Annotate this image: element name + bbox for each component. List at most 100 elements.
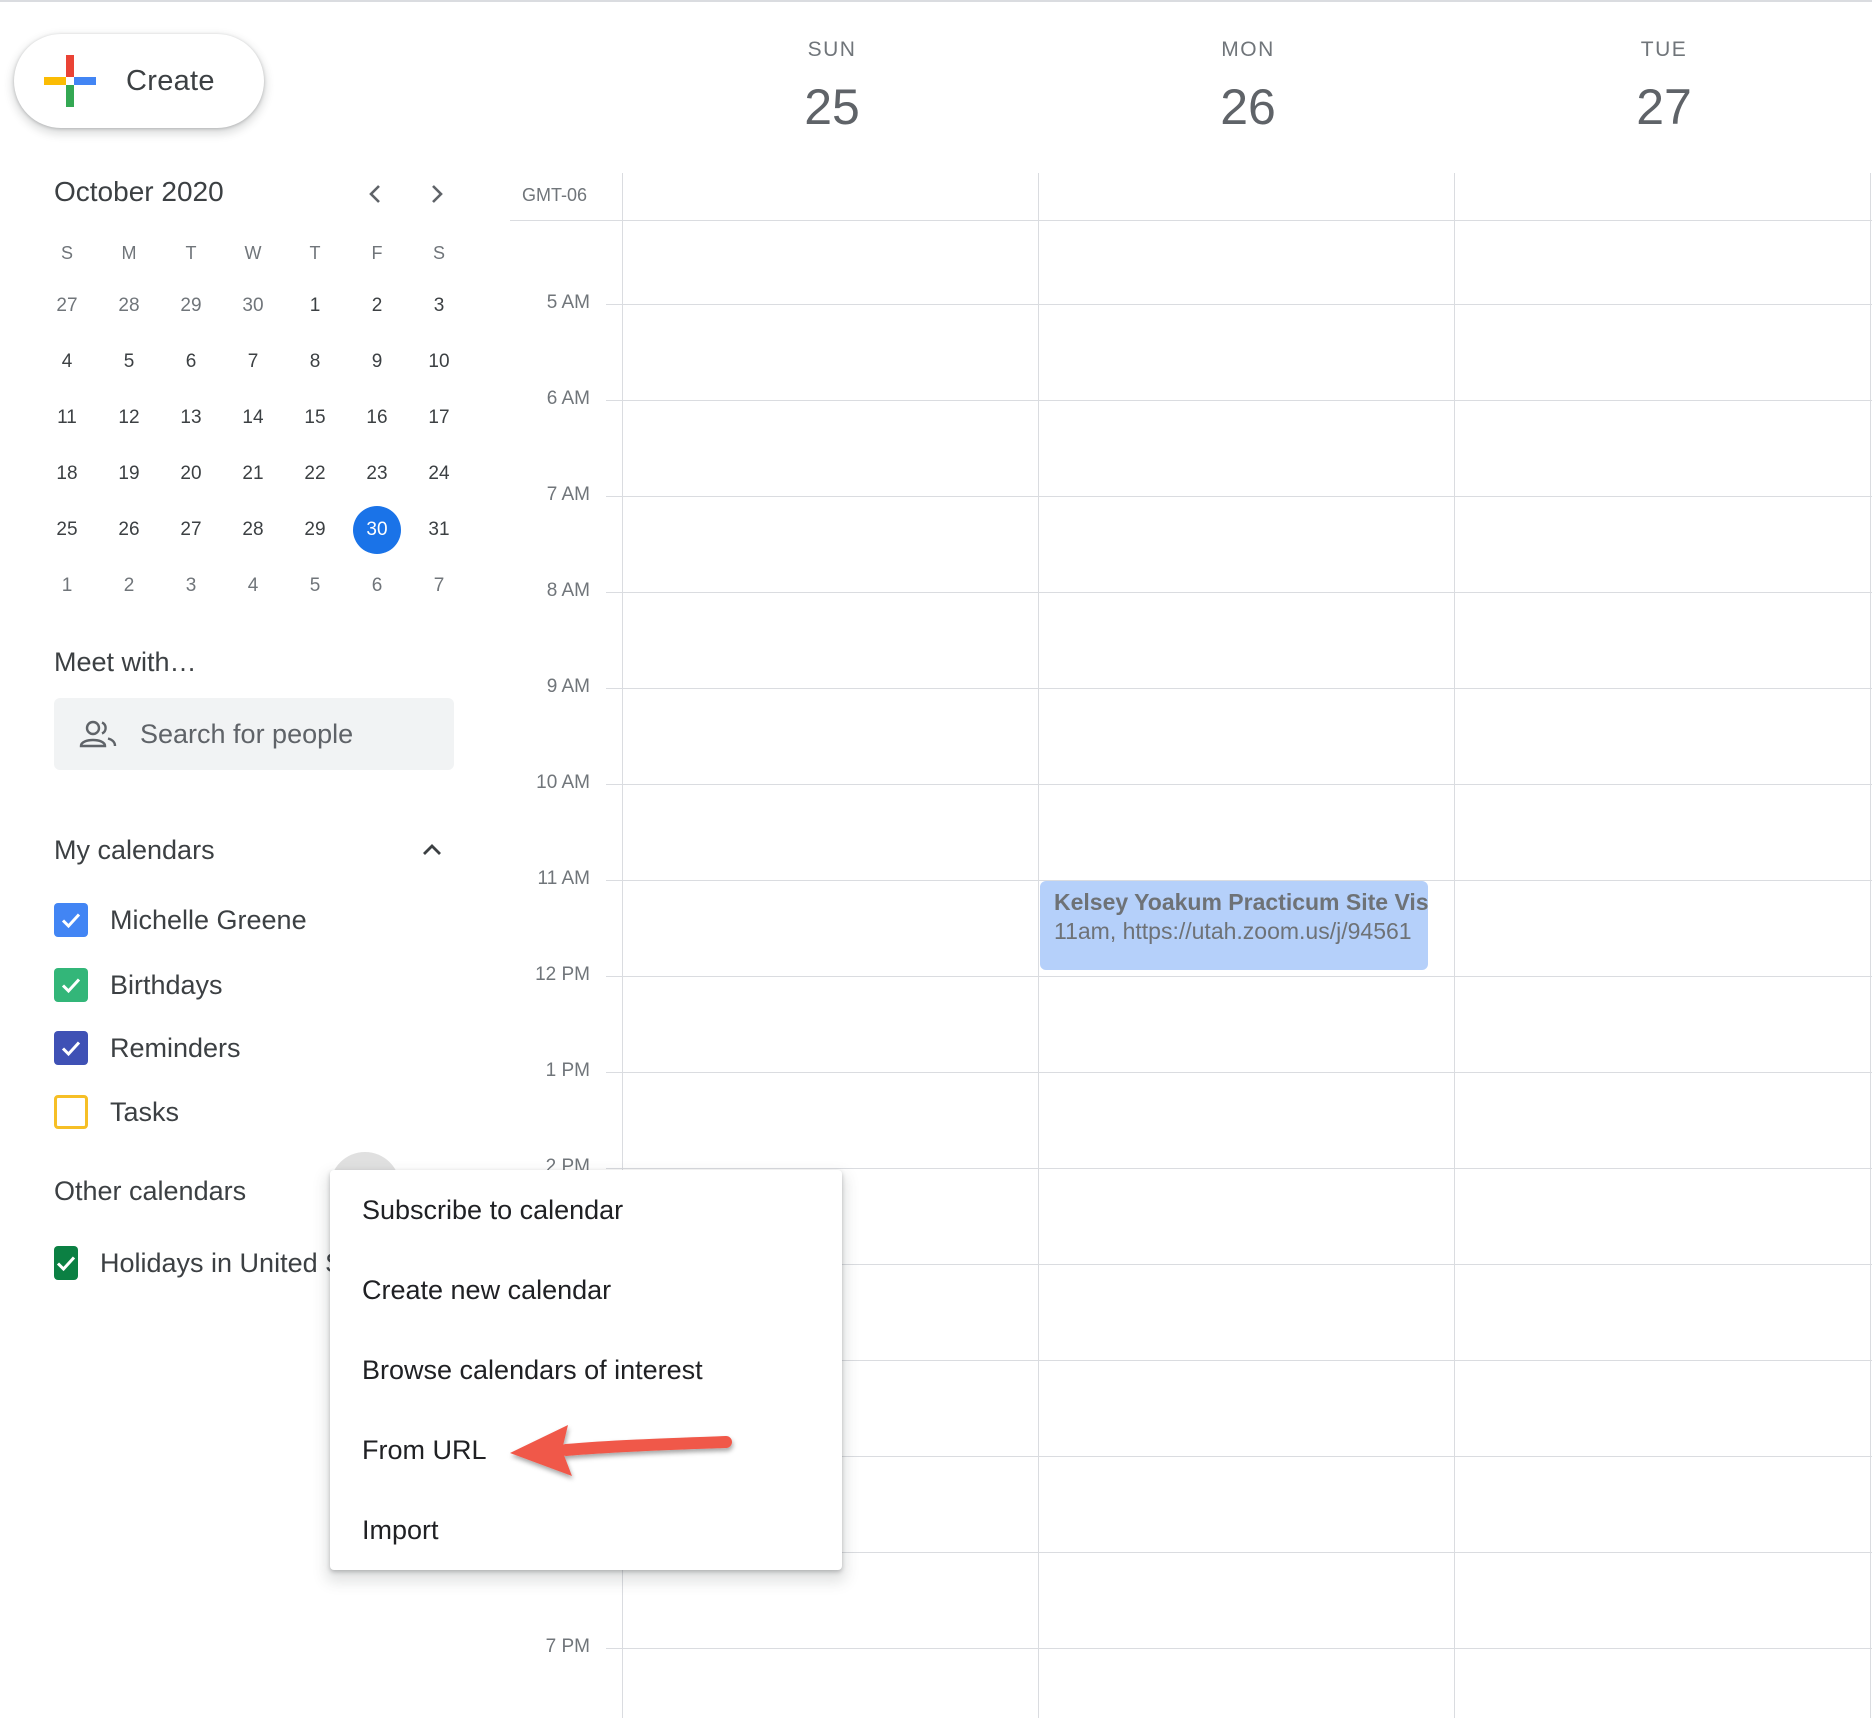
- prev-month-button[interactable]: [356, 174, 396, 214]
- mini-day[interactable]: 22: [284, 446, 346, 502]
- mini-day-label: 3: [433, 295, 445, 316]
- mini-day[interactable]: 19: [98, 446, 160, 502]
- mini-day[interactable]: 18: [36, 446, 98, 502]
- hour-gridline: [606, 688, 1872, 689]
- other-calendar-item[interactable]: Holidays in United States: [54, 1238, 332, 1288]
- mini-day-label: 29: [304, 519, 326, 540]
- mini-day[interactable]: 15: [284, 390, 346, 446]
- mini-day[interactable]: 9: [346, 334, 408, 390]
- mini-day[interactable]: 11: [36, 390, 98, 446]
- mini-day[interactable]: 2: [98, 558, 160, 614]
- mini-day[interactable]: 28: [222, 502, 284, 558]
- checkbox-icon: [54, 1095, 88, 1129]
- menu-item-create-new-calendar[interactable]: Create new calendar: [330, 1250, 842, 1330]
- mini-day[interactable]: 6: [346, 558, 408, 614]
- plus-icon: [44, 55, 96, 107]
- mini-day[interactable]: 21: [222, 446, 284, 502]
- hour-label: 7 AM: [546, 484, 590, 505]
- other-calendars-title: Other calendars: [54, 1176, 247, 1206]
- mini-day[interactable]: 6: [160, 334, 222, 390]
- mini-day[interactable]: 20: [160, 446, 222, 502]
- mini-day-label: 12: [118, 407, 140, 428]
- mini-day[interactable]: 29: [284, 502, 346, 558]
- mini-day[interactable]: 8: [284, 334, 346, 390]
- day-header-num-tue[interactable]: 27: [1564, 78, 1764, 136]
- mini-day[interactable]: 4: [36, 334, 98, 390]
- mini-day-label: 29: [180, 295, 202, 316]
- mini-day-label: 28: [118, 295, 140, 316]
- mini-day[interactable]: 2: [346, 278, 408, 334]
- mini-day[interactable]: 1: [284, 278, 346, 334]
- create-button[interactable]: Create: [14, 34, 264, 128]
- my-calendar-item[interactable]: Tasks: [54, 1087, 179, 1137]
- hour-gridline: [606, 1168, 1872, 1169]
- my-calendar-item[interactable]: Birthdays: [54, 960, 223, 1010]
- my-calendar-item[interactable]: Michelle Greene: [54, 895, 307, 945]
- mini-day-label: 24: [428, 463, 450, 484]
- mini-day-label: 21: [242, 463, 264, 484]
- mini-day[interactable]: 10: [408, 334, 470, 390]
- mini-day-label: 30: [242, 295, 264, 316]
- mini-day-label: 28: [242, 519, 264, 540]
- mini-day-selected[interactable]: 30: [346, 502, 408, 558]
- mini-day[interactable]: 31: [408, 502, 470, 558]
- hour-label: 6 AM: [546, 388, 590, 409]
- menu-item-browse-calendars-of-interest[interactable]: Browse calendars of interest: [330, 1330, 842, 1410]
- search-people-input[interactable]: Search for people: [54, 698, 454, 770]
- event-detail: 11am, https://utah.zoom.us/j/94561: [1054, 918, 1412, 944]
- mini-day[interactable]: 26: [98, 502, 160, 558]
- people-icon: [79, 720, 117, 748]
- day-header-dow-tue: TUE: [1640, 38, 1688, 61]
- hour-label: 9 AM: [546, 676, 590, 697]
- mini-day[interactable]: 7: [222, 334, 284, 390]
- mini-day[interactable]: 27: [36, 278, 98, 334]
- mini-dow-label: S: [60, 242, 73, 263]
- mini-day[interactable]: 30: [222, 278, 284, 334]
- mini-day[interactable]: 17: [408, 390, 470, 446]
- mini-day[interactable]: 12: [98, 390, 160, 446]
- mini-calendar-grid: S M T W T F S 27 28 29 30 1 2 3 4 5 6 7 8 9 10 11 12 13 14 15 16 17…: [36, 228, 470, 614]
- mini-day[interactable]: 3: [408, 278, 470, 334]
- mini-day[interactable]: 13: [160, 390, 222, 446]
- event-title: Kelsey Yoakum Practicum Site Visit: [1054, 889, 1428, 915]
- create-label: Create: [126, 64, 215, 97]
- mini-day[interactable]: 24: [408, 446, 470, 502]
- calendar-event[interactable]: Kelsey Yoakum Practicum Site Visit 11am,…: [1040, 881, 1428, 970]
- hour-label: 1 PM: [545, 1060, 590, 1081]
- mini-day[interactable]: 27: [160, 502, 222, 558]
- next-month-button[interactable]: [416, 174, 456, 214]
- mini-day[interactable]: 4: [222, 558, 284, 614]
- mini-day-label: 9: [371, 351, 383, 372]
- mini-day[interactable]: 1: [36, 558, 98, 614]
- day-header-num-sun[interactable]: 25: [732, 78, 932, 136]
- collapse-my-calendars-button[interactable]: [412, 830, 452, 870]
- mini-day-label: 1: [309, 295, 321, 316]
- chevron-up-icon: [423, 844, 441, 855]
- mini-day[interactable]: 25: [36, 502, 98, 558]
- mini-day[interactable]: 5: [98, 334, 160, 390]
- mini-day[interactable]: 23: [346, 446, 408, 502]
- mini-day-label: 5: [123, 351, 135, 372]
- menu-item-import[interactable]: Import: [330, 1490, 842, 1570]
- hour-gridline: [606, 400, 1872, 401]
- mini-day-label: 4: [61, 351, 73, 372]
- checkbox-icon: [54, 968, 88, 1002]
- mini-dow-label: T: [185, 242, 197, 263]
- menu-item-subscribe-to-calendar[interactable]: Subscribe to calendar: [330, 1170, 842, 1250]
- mini-day[interactable]: 28: [98, 278, 160, 334]
- mini-day-label: 20: [180, 463, 202, 484]
- timezone-label: GMT-06: [522, 185, 588, 205]
- mini-day-label: 3: [185, 575, 197, 596]
- my-calendar-item[interactable]: Reminders: [54, 1023, 241, 1073]
- mini-day[interactable]: 16: [346, 390, 408, 446]
- grid-divider: [1038, 173, 1039, 1718]
- mini-day[interactable]: 3: [160, 558, 222, 614]
- mini-calendar-title: October 2020: [54, 176, 224, 207]
- mini-day[interactable]: 14: [222, 390, 284, 446]
- mini-day[interactable]: 7: [408, 558, 470, 614]
- mini-day-label: 30: [353, 506, 401, 554]
- day-header-num-mon[interactable]: 26: [1148, 78, 1348, 136]
- search-placeholder: Search for people: [140, 718, 354, 749]
- mini-day[interactable]: 29: [160, 278, 222, 334]
- mini-day[interactable]: 5: [284, 558, 346, 614]
